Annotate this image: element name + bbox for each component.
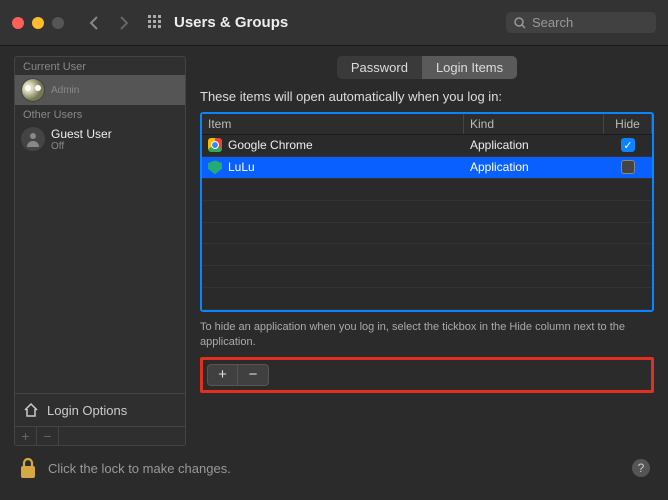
avatar bbox=[21, 78, 45, 102]
close-window-button[interactable] bbox=[12, 17, 24, 29]
minimize-window-button[interactable] bbox=[32, 17, 44, 29]
sidebar: Current User Admin Other Users Guest Use… bbox=[14, 56, 186, 446]
table-row-empty bbox=[202, 288, 652, 310]
user-name: Guest User bbox=[51, 127, 112, 141]
login-options-label: Login Options bbox=[47, 403, 127, 418]
main-panel: Password Login Items These items will op… bbox=[200, 56, 654, 446]
table-row[interactable]: LuLu Application bbox=[202, 157, 652, 179]
shield-icon bbox=[208, 160, 222, 174]
table-row-empty bbox=[202, 201, 652, 223]
window-controls bbox=[12, 17, 64, 29]
add-login-item-button[interactable]: + bbox=[208, 365, 238, 385]
silhouette-icon bbox=[24, 130, 42, 148]
current-user-label: Current User bbox=[15, 57, 185, 75]
hide-checkbox[interactable] bbox=[621, 160, 635, 174]
remove-user-button: − bbox=[37, 427, 59, 445]
hide-checkbox[interactable]: ✓ bbox=[621, 138, 635, 152]
login-options-button[interactable]: Login Options bbox=[14, 394, 186, 427]
user-status: Off bbox=[51, 141, 112, 152]
tab-login-items[interactable]: Login Items bbox=[422, 56, 517, 79]
tab-password[interactable]: Password bbox=[337, 56, 422, 79]
search-placeholder: Search bbox=[532, 15, 573, 30]
table-row-empty bbox=[202, 244, 652, 266]
search-input[interactable]: Search bbox=[506, 12, 656, 33]
item-kind: Application bbox=[464, 138, 604, 152]
item-kind: Application bbox=[464, 160, 604, 174]
help-button[interactable]: ? bbox=[632, 459, 650, 477]
table-header: Item Kind Hide bbox=[202, 114, 652, 135]
footer: Click the lock to make changes. ? bbox=[0, 446, 668, 490]
forward-button[interactable] bbox=[112, 11, 136, 35]
col-hide[interactable]: Hide bbox=[604, 114, 652, 134]
lock-icon[interactable] bbox=[18, 456, 38, 480]
tabs: Password Login Items bbox=[200, 56, 654, 79]
login-items-description: These items will open automatically when… bbox=[200, 89, 654, 104]
table-row-empty bbox=[202, 179, 652, 201]
window-title: Users & Groups bbox=[174, 14, 288, 31]
user-add-remove: + − bbox=[14, 427, 186, 446]
user-list: Current User Admin Other Users Guest Use… bbox=[14, 56, 186, 394]
sidebar-user-guest[interactable]: Guest User Off bbox=[15, 123, 185, 155]
house-icon bbox=[23, 402, 39, 418]
titlebar: Users & Groups Search bbox=[0, 0, 668, 46]
table-row-empty bbox=[202, 223, 652, 245]
col-kind[interactable]: Kind bbox=[464, 114, 604, 134]
table-row[interactable]: Google Chrome Application ✓ bbox=[202, 135, 652, 157]
user-role: Admin bbox=[51, 85, 79, 96]
back-button[interactable] bbox=[82, 11, 106, 35]
chrome-icon bbox=[208, 138, 222, 152]
add-user-button: + bbox=[15, 427, 37, 445]
table-row-empty bbox=[202, 266, 652, 288]
col-item[interactable]: Item bbox=[202, 114, 464, 134]
zoom-window-button bbox=[52, 17, 64, 29]
add-remove-highlight: + − bbox=[200, 357, 654, 393]
login-items-table: Item Kind Hide Google Chrome Application… bbox=[200, 112, 654, 312]
item-name: Google Chrome bbox=[228, 138, 313, 152]
apps-grid-icon[interactable] bbox=[148, 15, 164, 31]
remove-login-item-button[interactable]: − bbox=[238, 365, 268, 385]
sidebar-user-admin[interactable]: Admin bbox=[15, 75, 185, 105]
hide-hint: To hide an application when you log in, … bbox=[200, 320, 654, 351]
search-icon bbox=[514, 17, 526, 29]
item-name: LuLu bbox=[228, 160, 255, 174]
avatar bbox=[21, 127, 45, 151]
other-users-label: Other Users bbox=[15, 105, 185, 123]
lock-text: Click the lock to make changes. bbox=[48, 461, 231, 476]
owl-icon bbox=[22, 79, 44, 101]
